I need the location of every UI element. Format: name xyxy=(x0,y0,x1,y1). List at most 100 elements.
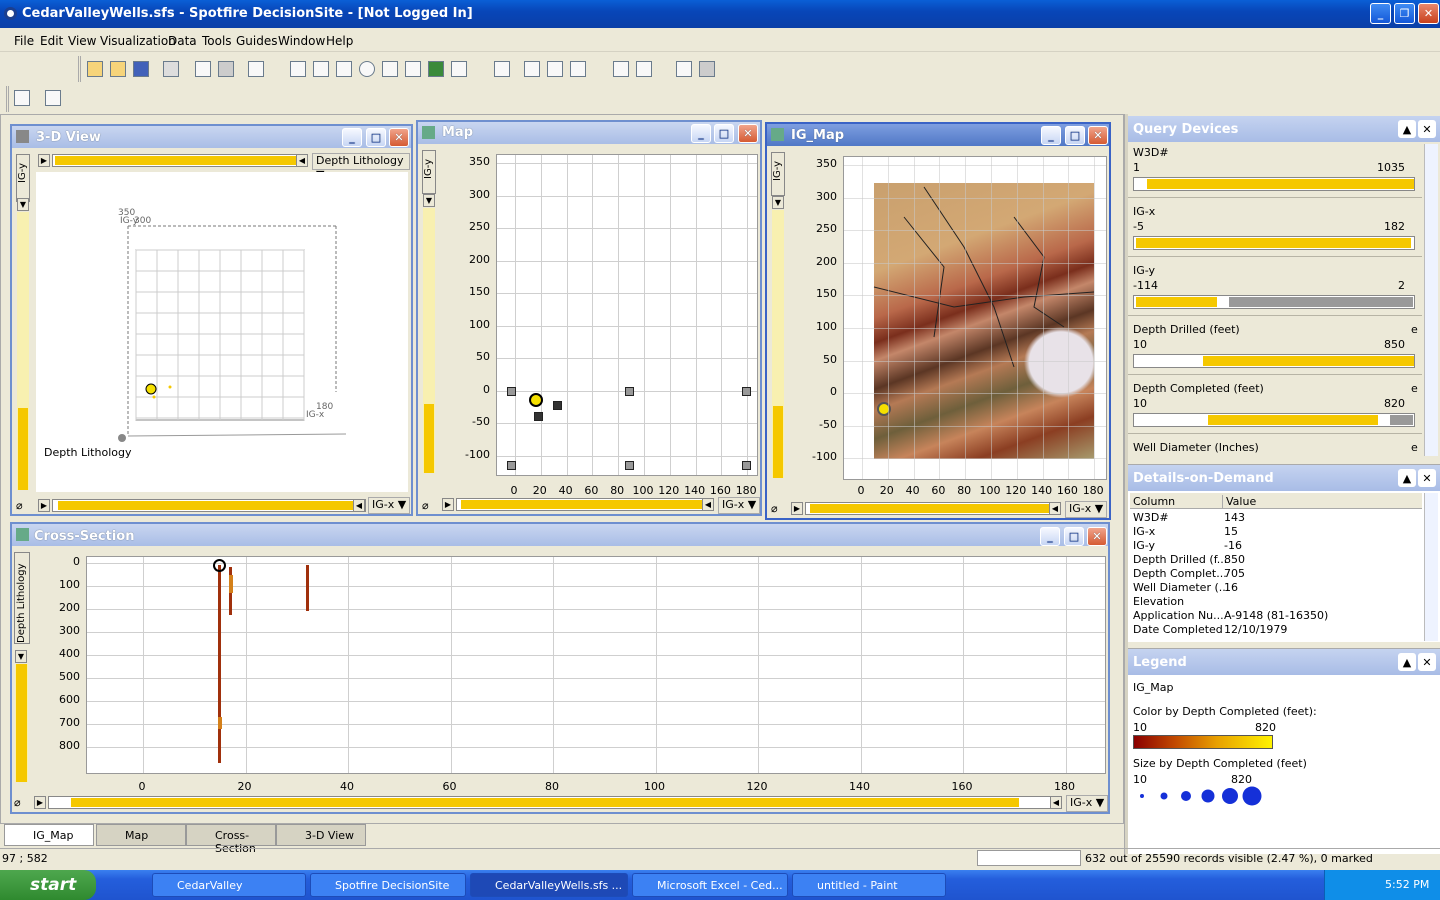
x-range-slider[interactable] xyxy=(52,499,366,512)
restore-icon[interactable]: ❐ xyxy=(1394,3,1415,24)
paperclip-icon[interactable]: ⌀ xyxy=(16,499,30,512)
well-marker[interactable] xyxy=(534,412,543,421)
maximize-icon[interactable]: □ xyxy=(366,128,386,147)
well-marker[interactable] xyxy=(742,461,751,470)
app-icon[interactable] xyxy=(4,7,17,20)
close-icon[interactable]: ✕ xyxy=(1088,126,1108,145)
scroll-up-icon[interactable]: ▼ xyxy=(15,650,27,663)
start-button[interactable]: start xyxy=(0,870,96,900)
scroll-left-icon[interactable]: ▶ xyxy=(38,499,50,512)
edit-icon[interactable] xyxy=(699,61,715,77)
x-axis-combo[interactable]: IG-x ▼ xyxy=(368,497,410,514)
menu-guides[interactable]: Guides xyxy=(236,34,278,48)
depth-combo[interactable]: Depth Lithology ▼ xyxy=(312,153,410,181)
window-map-header[interactable]: Map _ □ ✕ xyxy=(418,122,760,144)
menu-data[interactable]: Data xyxy=(168,34,197,48)
close-icon[interactable]: ✕ xyxy=(1418,653,1436,671)
open-icon[interactable] xyxy=(87,61,103,77)
paperclip-icon[interactable]: ⌀ xyxy=(422,499,436,512)
cross-section-plot[interactable] xyxy=(86,556,1106,774)
menu-help[interactable]: Help xyxy=(326,34,353,48)
scroll-left-icon[interactable]: ▶ xyxy=(791,502,803,515)
close-icon[interactable]: ✕ xyxy=(1418,120,1436,138)
column-header[interactable]: Column xyxy=(1133,495,1175,508)
paste-icon[interactable] xyxy=(218,61,234,77)
tab-cross-section[interactable]: Cross-Section xyxy=(186,824,276,855)
well-bar[interactable] xyxy=(306,565,309,611)
x-range-slider[interactable] xyxy=(456,498,714,511)
x-axis-combo[interactable]: IG-x ▼ xyxy=(718,497,760,514)
menu-visualization[interactable]: Visualization xyxy=(100,34,176,48)
y-range-slider[interactable] xyxy=(17,212,29,490)
open-web-icon[interactable] xyxy=(110,61,126,77)
list-icon[interactable] xyxy=(636,61,652,77)
well-bar-segment[interactable] xyxy=(229,575,233,593)
menu-tools[interactable]: Tools xyxy=(202,34,232,48)
scroll-up-icon[interactable]: ▼ xyxy=(423,194,435,207)
minimize-icon[interactable]: _ xyxy=(691,124,711,143)
details-scrollbar[interactable] xyxy=(1424,493,1438,641)
scatter-3d-icon[interactable] xyxy=(313,61,329,77)
collapse-icon[interactable]: ▲ xyxy=(1398,653,1416,671)
z-range-slider[interactable] xyxy=(52,154,308,167)
copy-icon[interactable] xyxy=(195,61,211,77)
query-range-slider[interactable] xyxy=(1133,295,1415,309)
menu-file[interactable]: File xyxy=(14,34,34,48)
window-3d-view-header[interactable]: 3-D View _ □ ✕ xyxy=(12,126,411,148)
menu-edit[interactable]: Edit xyxy=(40,34,63,48)
well-bar[interactable] xyxy=(218,565,221,763)
map-plot[interactable] xyxy=(496,154,758,476)
tab-ig-map[interactable]: IG_Map xyxy=(4,824,94,846)
ig-map-plot[interactable] xyxy=(843,156,1107,480)
reset-icon[interactable] xyxy=(248,61,264,77)
toolbar2-handle[interactable] xyxy=(6,86,9,112)
close-icon[interactable]: ✕ xyxy=(1418,3,1439,24)
well-marker[interactable] xyxy=(507,387,516,396)
task-cedarvalley[interactable]: CedarValley xyxy=(152,873,306,897)
query-menu-e[interactable]: e xyxy=(1411,441,1418,454)
window-cross-section-header[interactable]: Cross-Section _ □ ✕ xyxy=(12,524,1108,546)
well-marker[interactable] xyxy=(625,461,634,470)
window-ig-map-header[interactable]: IG_Map _ □ ✕ xyxy=(767,124,1109,146)
selected-well-marker[interactable] xyxy=(213,559,226,572)
line-chart-icon[interactable] xyxy=(382,61,398,77)
table-icon[interactable] xyxy=(451,61,467,77)
minimize-icon[interactable]: _ xyxy=(1370,3,1391,24)
tile-horizontal-icon[interactable] xyxy=(570,61,586,77)
tile-vertical-icon[interactable] xyxy=(547,61,563,77)
close-icon[interactable]: ✕ xyxy=(1087,527,1107,546)
tab-3d-view[interactable]: 3-D View xyxy=(276,824,366,846)
cascade-icon[interactable] xyxy=(524,61,540,77)
query-range-slider[interactable] xyxy=(1133,177,1415,191)
home-icon[interactable] xyxy=(45,90,61,106)
task-spotfire[interactable]: Spotfire DecisionSite xyxy=(310,873,466,897)
query-range-slider[interactable] xyxy=(1133,354,1415,368)
well-marker[interactable] xyxy=(553,401,562,410)
query-range-slider[interactable] xyxy=(1133,413,1415,427)
query-menu-e[interactable]: e xyxy=(1411,382,1418,395)
y-axis-selector[interactable]: IG-y xyxy=(16,154,30,202)
y-range-slider[interactable] xyxy=(15,664,28,782)
task-paint[interactable]: untitled - Paint xyxy=(792,873,946,897)
guide-icon[interactable] xyxy=(14,90,30,106)
scroll-left-icon[interactable]: ▶ xyxy=(38,154,50,167)
x-axis-combo[interactable]: IG-x ▼ xyxy=(1065,501,1107,518)
well-marker[interactable] xyxy=(507,461,516,470)
y-axis-selector[interactable]: Depth Lithology xyxy=(14,552,30,644)
y-range-slider[interactable] xyxy=(772,210,784,478)
y-axis-selector[interactable]: IG-y xyxy=(422,150,436,194)
value-header[interactable]: Value xyxy=(1222,495,1256,508)
collapse-icon[interactable]: ▲ xyxy=(1398,120,1416,138)
toolbar-handle[interactable] xyxy=(78,56,81,82)
profile-chart-icon[interactable] xyxy=(405,61,421,77)
scroll-left-icon[interactable]: ▶ xyxy=(34,796,46,809)
close-icon[interactable]: ✕ xyxy=(389,128,409,147)
well-marker[interactable] xyxy=(742,387,751,396)
paperclip-icon[interactable]: ⌀ xyxy=(14,796,28,809)
scroll-right-icon[interactable]: ◀ xyxy=(1049,502,1061,515)
scroll-right-icon[interactable]: ◀ xyxy=(353,499,365,512)
scroll-right-icon[interactable]: ◀ xyxy=(1050,796,1062,809)
3d-plot[interactable]: 350300250200150100500-50-100 35030025020… xyxy=(36,172,408,782)
task-excel[interactable]: Microsoft Excel - Ced... xyxy=(632,873,788,897)
close-icon[interactable]: ✕ xyxy=(1418,469,1436,487)
